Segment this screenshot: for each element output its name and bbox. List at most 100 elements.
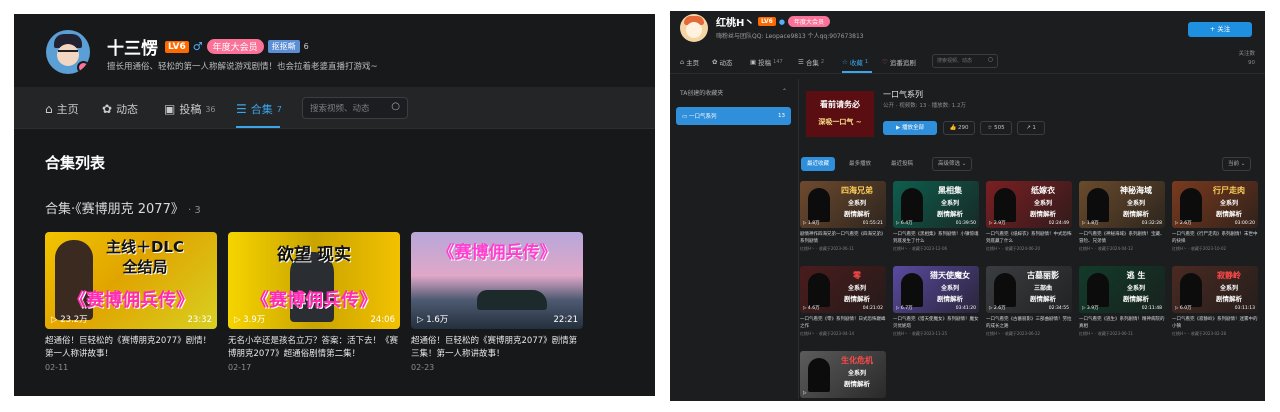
video-title[interactable]: 一口气看完《行尸走肉》系列剧情！末世中的抉择 [1172, 231, 1258, 245]
silhouette-figure [808, 188, 830, 222]
video-thumbnail[interactable]: 《赛博佣兵传》 ▷ 1.6万 22:21 [411, 232, 583, 329]
video-card[interactable]: 四海兄弟 全系列 剧情解析 ▷ 1.8万 01:55:21 剧情神作四海兄弟一口气看完《四… [800, 181, 886, 252]
tab-dynamic[interactable]: ✿ 动态 [712, 57, 732, 67]
search-input[interactable]: 搜索视频、动态 ○ [302, 97, 408, 119]
video-card[interactable]: 欲望 现实 《赛博佣兵传》 ▷ 3.9万 24:06 无名小卒还是孩名立万？答案… [228, 232, 400, 372]
video-thumbnail[interactable]: 古墓丽影 三部曲 剧情解析 ▷ 2.6万 02:34:55 [986, 266, 1072, 313]
video-thumbnail[interactable]: 猎天使魔女 全系列 剧情解析 ▷ 6.7万 03:41:20 [893, 266, 979, 313]
video-thumbnail[interactable]: 黑相集 全系列 剧情解析 ▷ 6.4万 01:39:50 [893, 181, 979, 228]
video-title[interactable]: 超通俗！巨轻松的《赛博朋克2077》剧情！第一人称讲故事！ [45, 335, 217, 361]
video-title[interactable]: 一口气看完《神秘海域》系列剧情！宝藏、冒险、兄弟情 [1079, 231, 1165, 245]
video-card[interactable]: 生化危机 全系列 剧情解析 ▷ [800, 351, 886, 401]
tab-dynamic[interactable]: ✿ 动态 [102, 101, 138, 117]
tab-collections[interactable]: ☰ 合集 7 [236, 101, 282, 117]
home-icon: ⌂ [45, 102, 53, 116]
video-title[interactable]: 一口气看完《黑相集》系列剧情！小镇惊魂到底发生了什么 [893, 231, 979, 245]
favorites-sidebar: TA创建的收藏夹 ⌃ ▭ 一口气系列 13 [676, 84, 791, 125]
video-thumbnail[interactable]: 逃 生全系列 剧情解析 ▷ 3.9万 02:11:48 [1079, 266, 1165, 313]
video-title[interactable]: 一口气看完《猎天使魔女》系列剧情！魔女贝优妮塔 [893, 316, 979, 330]
video-thumbnail[interactable]: 寂静岭 全系列 剧情解析 ▷ 6.0万 03:11:13 [1172, 266, 1258, 313]
video-card[interactable]: 行尸走肉 全系列 剧情解析 ▷ 2.6万 03:00:20 一口气看完《行尸走肉》系列剧情… [1172, 181, 1258, 252]
sidebar-item-folder[interactable]: ▭ 一口气系列 13 [676, 107, 791, 125]
video-thumbnail[interactable]: 纸嫁衣 全系列 剧情解析 ▷ 2.9万 02:24:49 [986, 181, 1072, 228]
vip-tag[interactable]: 年度大会员 [206, 39, 264, 54]
tab-home[interactable]: ⌂ 主页 [680, 57, 699, 67]
video-card[interactable]: 零全系列 剧情解析 ▷ 4.6万 04:21:02 一口气看完《零》系列剧情！日式恐怖巅… [800, 266, 886, 337]
video-meta: 红桃H丶 · 收藏于2023-04-14 [800, 331, 855, 336]
fan-medal[interactable]: 抠抠嘶 [267, 40, 300, 53]
avatar[interactable] [46, 30, 90, 74]
search-icon[interactable]: ○ [391, 101, 400, 112]
duration: 01:39:50 [955, 221, 976, 226]
duration: 02:34:55 [1048, 306, 1069, 311]
play-all-button[interactable]: ▶ 播放全部 [883, 121, 937, 135]
follow-button[interactable]: + 关注 [1188, 22, 1252, 37]
avatar[interactable] [680, 14, 708, 42]
video-title[interactable]: 一口气看完《逃生》系列剧情！精神病院的真相 [1079, 316, 1165, 330]
collection-title[interactable]: 合集·《赛博朋克 2077》 · 3 [45, 198, 201, 217]
video-title[interactable]: 一口气看完《寂静岭》系列剧情！迷雾中的小镇 [1172, 316, 1258, 330]
following-stat[interactable]: 关注数 90 [1238, 50, 1255, 68]
home-icon: ⌂ [680, 58, 685, 66]
username[interactable]: 红桃H丶 [716, 14, 754, 29]
sort-recent-fav[interactable]: 最近收藏 [801, 157, 836, 171]
duration: 23:32 [187, 315, 213, 325]
video-card[interactable]: 主线＋DLC 全结局 《赛博佣兵传》 ▷ 23.2万 23:32 超通俗！巨轻松… [45, 232, 217, 372]
tab-collections[interactable]: ☰ 合集 2 [798, 57, 824, 67]
video-thumbnail[interactable]: 行尸走肉 全系列 剧情解析 ▷ 2.6万 03:00:20 [1172, 181, 1258, 228]
video-title[interactable]: 一口气看完《古墓丽影》三部曲剧情！劳拉的成长之路 [986, 316, 1072, 330]
video-thumbnail[interactable]: 生化危机 全系列 剧情解析 ▷ [800, 351, 886, 398]
play-count: 4.6万 [807, 306, 820, 311]
video-card[interactable]: 黑相集 全系列 剧情解析 ▷ 6.4万 01:39:50 一口气看完《黑相集》系列剧情！小… [893, 181, 979, 252]
video-title[interactable]: 一口气看完《零》系列剧情！日式恐怖巅峰之作 [800, 316, 886, 330]
video-meta: 红桃H丶 · 收藏于2023-06-11 [800, 246, 855, 251]
active-tab-underline [236, 126, 280, 128]
video-thumbnail[interactable]: 欲望 现实 《赛博佣兵传》 ▷ 3.9万 24:06 [228, 232, 400, 329]
gender-icon: ♂ [192, 40, 203, 53]
video-title[interactable]: 超通俗！巨轻松的《赛博朋克2077》剧情第三集！第一人称讲故事！ [411, 335, 583, 361]
video-card[interactable]: 猎天使魔女 全系列 剧情解析 ▷ 6.7万 03:41:20 一口气看完《猎天使魔女》系列… [893, 266, 979, 337]
level-badge[interactable]: LV6 [165, 40, 189, 53]
level-badge[interactable]: LV6 [758, 17, 776, 26]
sidebar-header[interactable]: TA创建的收藏夹 ⌃ [676, 84, 791, 101]
vip-tag[interactable]: 年度大会员 [787, 16, 830, 27]
video-meta: 红桃H丶 · 收藏于2024-04-12 [1079, 246, 1134, 251]
share-button[interactable]: ↗ 1 [1017, 121, 1045, 135]
video-thumbnail[interactable]: 主线＋DLC 全结局 《赛博佣兵传》 ▷ 23.2万 23:32 [45, 232, 217, 329]
video-card[interactable]: 古墓丽影 三部曲 剧情解析 ▷ 2.6万 02:34:55 一口气看完《古墓丽影》三部曲剧… [986, 266, 1072, 337]
tab-uploads[interactable]: ▣ 投稿 147 [750, 57, 783, 67]
video-title[interactable]: 无名小卒还是孩名立万？答案：活下去！《赛博朋克2077》超通俗剧情第二集！ [228, 335, 400, 361]
page-title: 合集列表 [45, 154, 106, 172]
video-thumbnail[interactable]: 零全系列 剧情解析 ▷ 4.6万 04:21:02 [800, 266, 886, 313]
sort-most-played[interactable]: 最多播放 [849, 157, 871, 171]
tab-favorites[interactable]: ☆ 收藏 1 [842, 57, 868, 67]
video-card[interactable]: 神秘海域 全系列 剧情解析 ▷ 1.8万 03:32:28 一口气看完《神秘海域》系列剧情… [1079, 181, 1165, 252]
tab-uploads[interactable]: ▣ 投稿 36 [164, 101, 216, 117]
badges: LV6 ♂ 年度大会员 抠抠嘶 6 [165, 39, 309, 54]
duration: 04:21:02 [862, 306, 883, 311]
folder-icon: ▭ [682, 114, 689, 120]
video-card[interactable]: 逃 生全系列 剧情解析 ▷ 3.9万 02:11:48 一口气看完《逃生》系列剧情！精神… [1079, 266, 1165, 337]
video-card[interactable]: 纸嫁衣 全系列 剧情解析 ▷ 2.9万 02:24:49 一口气看完《纸嫁衣》系列剧情！中… [986, 181, 1072, 252]
sort-recent-upload[interactable]: 最近投稿 [891, 157, 913, 171]
video-card[interactable]: 寂静岭 全系列 剧情解析 ▷ 6.0万 03:11:13 一口气看完《寂静岭》系列剧情！迷… [1172, 266, 1258, 337]
silhouette-figure [901, 188, 923, 222]
video-card[interactable]: 《赛博佣兵传》 ▷ 1.6万 22:21 超通俗！巨轻松的《赛博朋克2077》剧… [411, 232, 583, 372]
video-title[interactable]: 一口气看完《纸嫁衣》系列剧情！中式恐怖到底藏了什么 [986, 231, 1072, 245]
tab-home[interactable]: ⌂ 主页 [45, 101, 79, 117]
silhouette-figure [1180, 188, 1202, 222]
username[interactable]: 十三愣 [107, 34, 158, 59]
video-title[interactable]: 剧情神作四海兄弟一口气看完《四海兄弟》系列剧情 [800, 231, 886, 245]
heart-icon: ♡ [882, 58, 888, 66]
favorite-button[interactable]: ☆ 505 [980, 121, 1012, 135]
dynamic-icon: ✿ [712, 58, 718, 66]
search-input[interactable]: 搜索视频、动态 ○ [932, 54, 998, 68]
video-thumbnail[interactable]: 四海兄弟 全系列 剧情解析 ▷ 1.8万 01:55:21 [800, 181, 886, 228]
advanced-filter-dropdown[interactable]: 高级筛选 ⌄ [932, 157, 973, 171]
like-button[interactable]: 👍 290 [943, 121, 975, 135]
duration: 03:11:13 [1234, 306, 1255, 311]
tab-bangumi[interactable]: ♡ 追番追剧 [882, 57, 916, 67]
search-icon[interactable]: ○ [988, 56, 993, 63]
video-thumbnail[interactable]: 神秘海域 全系列 剧情解析 ▷ 1.8万 03:32:28 [1079, 181, 1165, 228]
current-dropdown[interactable]: 当前 ⌄ [1222, 157, 1252, 171]
